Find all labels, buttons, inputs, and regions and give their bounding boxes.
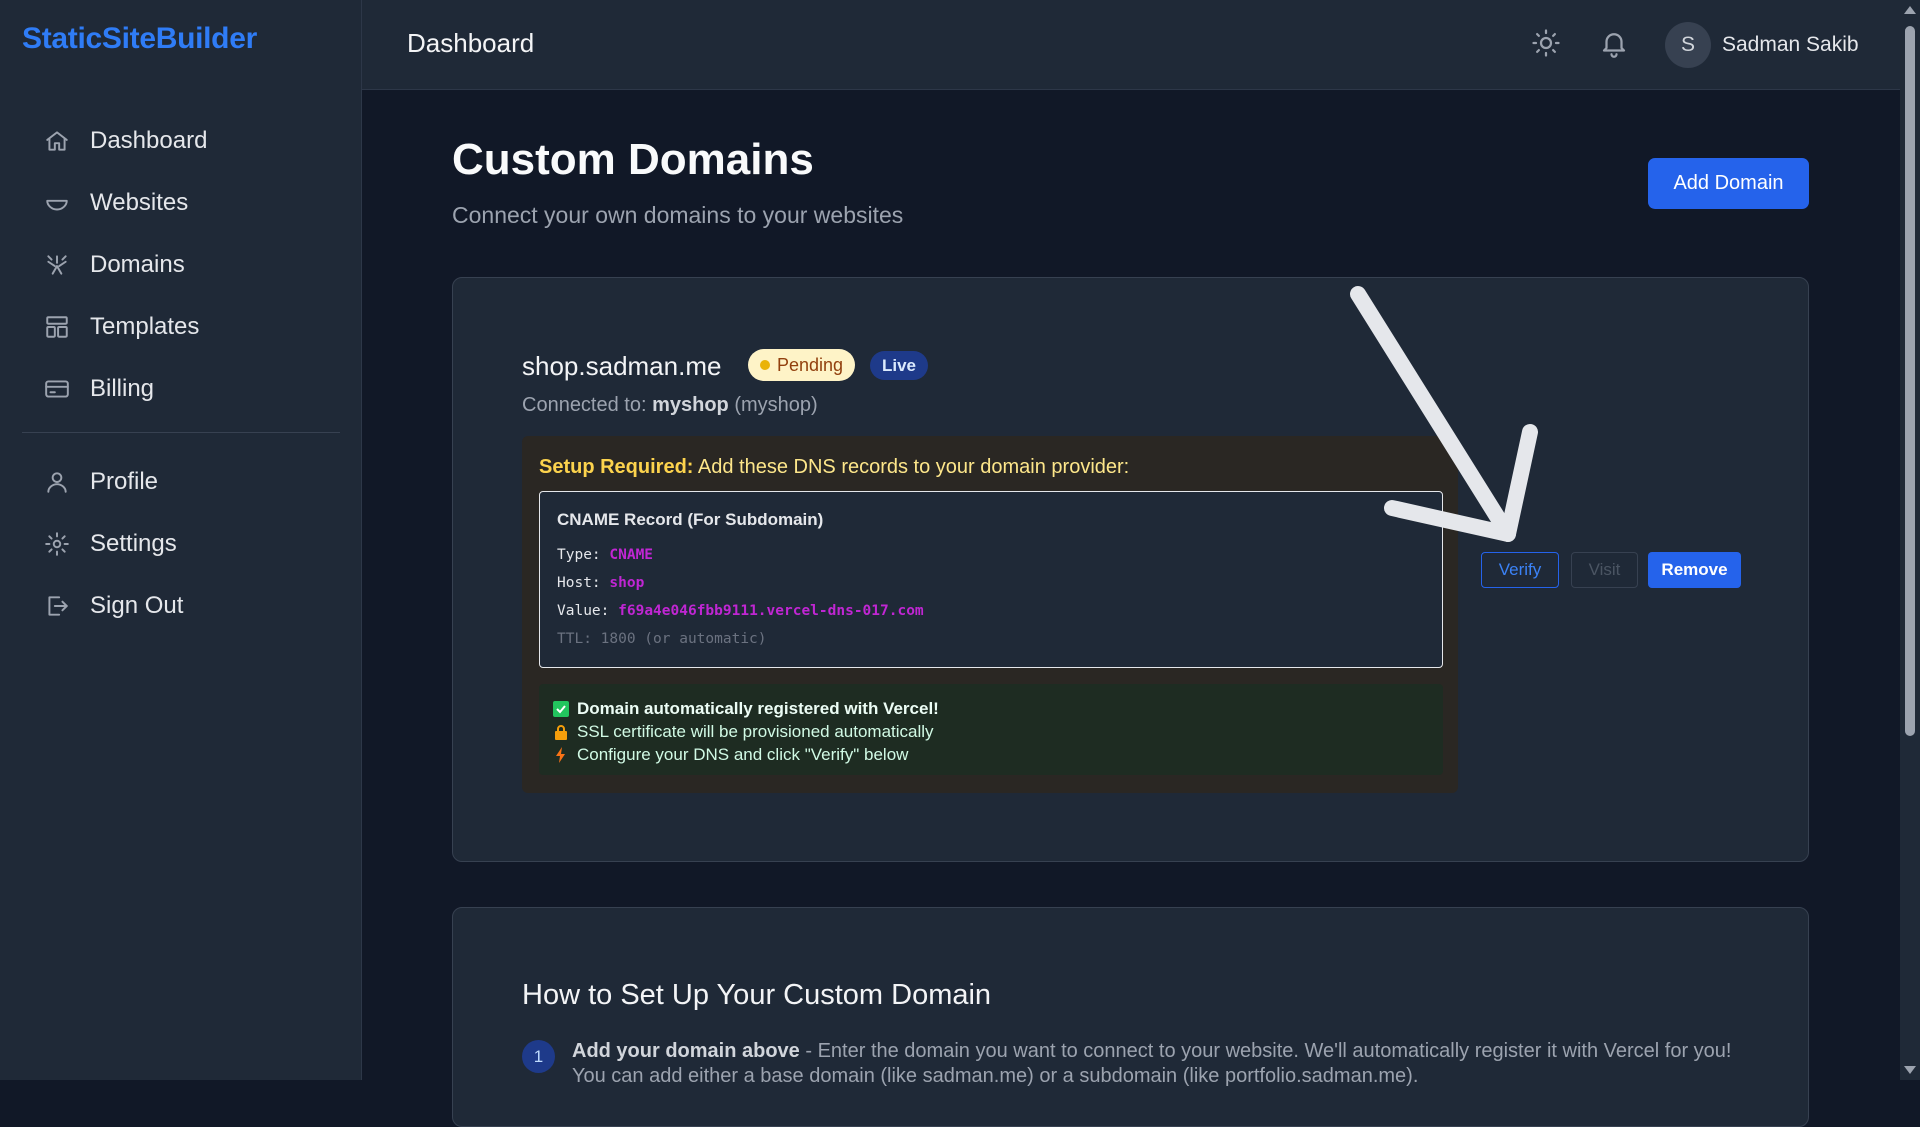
lightning-icon: [553, 747, 569, 763]
sidebar-item-dashboard[interactable]: Dashboard: [22, 110, 340, 172]
sidebar-divider: [22, 432, 340, 433]
theme-toggle-sun-icon[interactable]: [1529, 26, 1563, 60]
sidebar-item-label: Billing: [90, 375, 155, 402]
brand-logo[interactable]: StaticSiteBuilder: [22, 22, 257, 56]
avatar[interactable]: S: [1665, 22, 1711, 68]
record-type-label: Type:: [557, 547, 601, 563]
user-name[interactable]: Sadman Sakib: [1722, 33, 1859, 57]
sidebar-item-profile[interactable]: Profile: [22, 451, 340, 513]
top-header: Dashboard S Sadman Sakib: [362, 0, 1900, 90]
step-number-badge: 1: [522, 1040, 555, 1073]
record-host-value[interactable]: shop: [609, 575, 644, 591]
connected-to: Connected to: myshop (myshop): [522, 394, 818, 417]
status-badge-label: Pending: [777, 354, 844, 375]
sidebar-item-label: Sign Out: [90, 592, 184, 619]
record-host-label: Host:: [557, 575, 601, 591]
info-registered: Domain automatically registered with Ver…: [553, 699, 939, 719]
domain-name: shop.sadman.me: [522, 351, 722, 381]
bowl-icon: [44, 190, 70, 216]
info-registered-text: Domain automatically registered with Ver…: [577, 699, 939, 718]
sidebar-item-websites[interactable]: Websites: [22, 172, 340, 234]
page-title: Custom Domains: [452, 135, 814, 184]
howto-card: How to Set Up Your Custom Domain 1 Add y…: [452, 907, 1809, 1127]
record-type: Type: CNAME: [557, 547, 653, 563]
sidebar-item-settings[interactable]: Settings: [22, 513, 340, 575]
info-configure: Configure your DNS and click "Verify" be…: [553, 745, 908, 765]
sidebar: StaticSiteBuilder Dashboard Websites Dom…: [0, 0, 362, 1080]
record-value: Value: f69a4e046fbb9111.vercel-dns-017.c…: [557, 603, 924, 619]
home-icon: [44, 128, 70, 154]
page-scrollbar[interactable]: [1900, 0, 1920, 1080]
sidebar-item-label: Templates: [90, 313, 200, 340]
record-host: Host: shop: [557, 575, 644, 591]
check-box-icon: [553, 701, 569, 717]
sidebar-item-domains[interactable]: Domains: [22, 234, 340, 296]
connected-slug: (myshop): [734, 394, 818, 416]
lock-icon: [553, 724, 569, 740]
info-configure-text: Configure your DNS and click "Verify" be…: [577, 745, 909, 764]
user-icon: [44, 469, 70, 495]
howto-title: How to Set Up Your Custom Domain: [522, 979, 992, 1011]
sidebar-item-sign-out[interactable]: Sign Out: [22, 575, 340, 637]
sidebar-item-label: Dashboard: [90, 127, 208, 154]
step-1-text: Add your domain above - Enter the domain…: [572, 1039, 1752, 1089]
sidebar-nav: Dashboard Websites Domains Templates Bil…: [22, 110, 340, 637]
sidebar-item-billing[interactable]: Billing: [22, 358, 340, 420]
scroll-down-icon[interactable]: [1904, 1066, 1916, 1074]
sidebar-item-label: Profile: [90, 468, 159, 495]
sidebar-item-label: Websites: [90, 189, 189, 216]
status-dot-icon: [760, 360, 770, 370]
sidebar-item-label: Domains: [90, 251, 185, 278]
sidebar-item-label: Settings: [90, 530, 177, 557]
vercel-info-box: Domain automatically registered with Ver…: [539, 684, 1443, 775]
page-subtitle: Connect your own domains to your website…: [452, 202, 904, 228]
layout-icon: [44, 314, 70, 340]
record-title: CNAME Record (For Subdomain): [557, 510, 824, 529]
setup-required-box: Setup Required: Add these DNS records to…: [522, 436, 1458, 793]
domain-card: shop.sadman.me Pending Live Connected to…: [452, 277, 1809, 862]
record-value-value[interactable]: f69a4e046fbb9111.vercel-dns-017.com: [618, 603, 924, 619]
bell-icon[interactable]: [1597, 26, 1631, 60]
setup-message: Setup Required: Add these DNS records to…: [539, 456, 1129, 479]
status-badge-pending: Pending: [748, 349, 856, 381]
sidebar-item-templates[interactable]: Templates: [22, 296, 340, 358]
sparkle-icon: [44, 252, 70, 278]
step-1-title: Add your domain above: [572, 1040, 800, 1062]
scroll-up-icon[interactable]: [1904, 6, 1916, 14]
record-value-label: Value:: [557, 603, 610, 619]
connected-prefix: Connected to:: [522, 394, 647, 416]
credit-card-icon: [44, 376, 70, 402]
live-badge: Live: [870, 351, 929, 380]
record-ttl: TTL: 1800 (or automatic): [557, 631, 767, 647]
connected-site: myshop: [652, 394, 729, 416]
info-ssl-text: SSL certificate will be provisioned auto…: [577, 722, 934, 741]
sign-out-icon: [44, 593, 70, 619]
info-ssl: SSL certificate will be provisioned auto…: [553, 722, 934, 742]
setup-text: Add these DNS records to your domain pro…: [697, 456, 1130, 478]
visit-button[interactable]: Visit: [1571, 552, 1638, 588]
remove-button[interactable]: Remove: [1648, 552, 1741, 588]
record-type-value[interactable]: CNAME: [609, 547, 653, 563]
scroll-thumb[interactable]: [1905, 26, 1915, 736]
add-domain-button[interactable]: Add Domain: [1648, 158, 1809, 209]
gear-icon: [44, 531, 70, 557]
dns-record-box: CNAME Record (For Subdomain) Type: CNAME…: [539, 491, 1443, 668]
header-title: Dashboard: [407, 28, 535, 58]
verify-button[interactable]: Verify: [1481, 552, 1559, 588]
setup-label: Setup Required:: [539, 456, 694, 478]
